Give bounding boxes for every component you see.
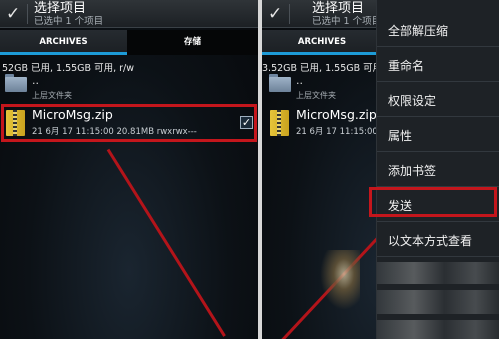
parent-folder-label[interactable]: 上层文件夹 — [32, 90, 72, 101]
tab-archives[interactable]: ARCHIVES — [262, 30, 382, 55]
blurred-menu-item — [377, 262, 499, 284]
menu-item-extract-all[interactable]: 全部解压缩 — [377, 12, 499, 47]
parent-folder-dots[interactable]: .. — [32, 74, 39, 87]
action-bar-subtitle: 已选中 1 个项目 — [34, 16, 104, 27]
action-bar-separator — [289, 4, 290, 24]
menu-item-add-bookmark[interactable]: 添加书签 — [377, 152, 499, 187]
folder-icon — [5, 74, 27, 92]
menu-item-rename[interactable]: 重命名 — [377, 47, 499, 82]
menu-item-view-as-text[interactable]: 以文本方式查看 — [377, 222, 499, 257]
menu-item-label: 全部解压缩 — [388, 24, 449, 38]
action-bar-separator — [27, 4, 28, 24]
done-check-icon[interactable]: ✓ — [268, 4, 282, 24]
parent-folder-label[interactable]: 上层文件夹 — [296, 90, 336, 101]
menu-item-permissions[interactable]: 权限设定 — [377, 82, 499, 117]
blurred-menu-item — [377, 290, 499, 314]
left-file-manager-panel: ✓ 选择项目 已选中 1 个项目 ARCHIVES 存储 52GB 已用, 1.… — [0, 0, 258, 339]
menu-item-label: 添加书签 — [388, 164, 437, 178]
tab-archives[interactable]: ARCHIVES — [0, 30, 127, 55]
blurred-menu-item — [377, 320, 499, 339]
zip-file-icon — [6, 110, 25, 136]
file-checkbox[interactable]: ✓ — [240, 116, 253, 129]
file-name[interactable]: MicroMsg.zip — [296, 107, 377, 122]
menu-item-label: 属性 — [388, 129, 413, 143]
menu-item-label: 以文本方式查看 — [388, 234, 473, 248]
annotation-arrow-left — [106, 148, 226, 337]
context-menu: 全部解压缩 重命名 权限设定 属性 添加书签 发送 以文本方式查看 — [376, 0, 499, 339]
menu-item-properties[interactable]: 属性 — [377, 117, 499, 152]
file-name[interactable]: MicroMsg.zip — [32, 107, 113, 122]
menu-item-label: 权限设定 — [388, 94, 437, 108]
parent-folder-dots[interactable]: .. — [296, 74, 303, 87]
action-bar-subtitle: 已选中 1 个项目 — [312, 16, 382, 27]
storage-info: 52GB 已用, 1.55GB 可用, r/w — [2, 63, 134, 74]
zip-file-icon — [270, 110, 289, 136]
file-meta: 21 6月 17 11:15:00 20.81MB rwxrwx--- — [32, 127, 197, 137]
selection-action-bar: ✓ 选择项目 已选中 1 个项目 — [0, 0, 258, 28]
tab-bar: ARCHIVES 存储 — [0, 30, 258, 55]
background-decoration — [320, 250, 360, 310]
menu-item-label: 重命名 — [388, 59, 425, 73]
storage-info: 3.52GB 已用, 1.55GB 可用 — [262, 63, 383, 74]
done-check-icon[interactable]: ✓ — [6, 4, 20, 24]
folder-icon — [269, 74, 291, 92]
send-highlight — [369, 187, 497, 217]
tab-storage[interactable]: 存储 — [127, 30, 258, 55]
